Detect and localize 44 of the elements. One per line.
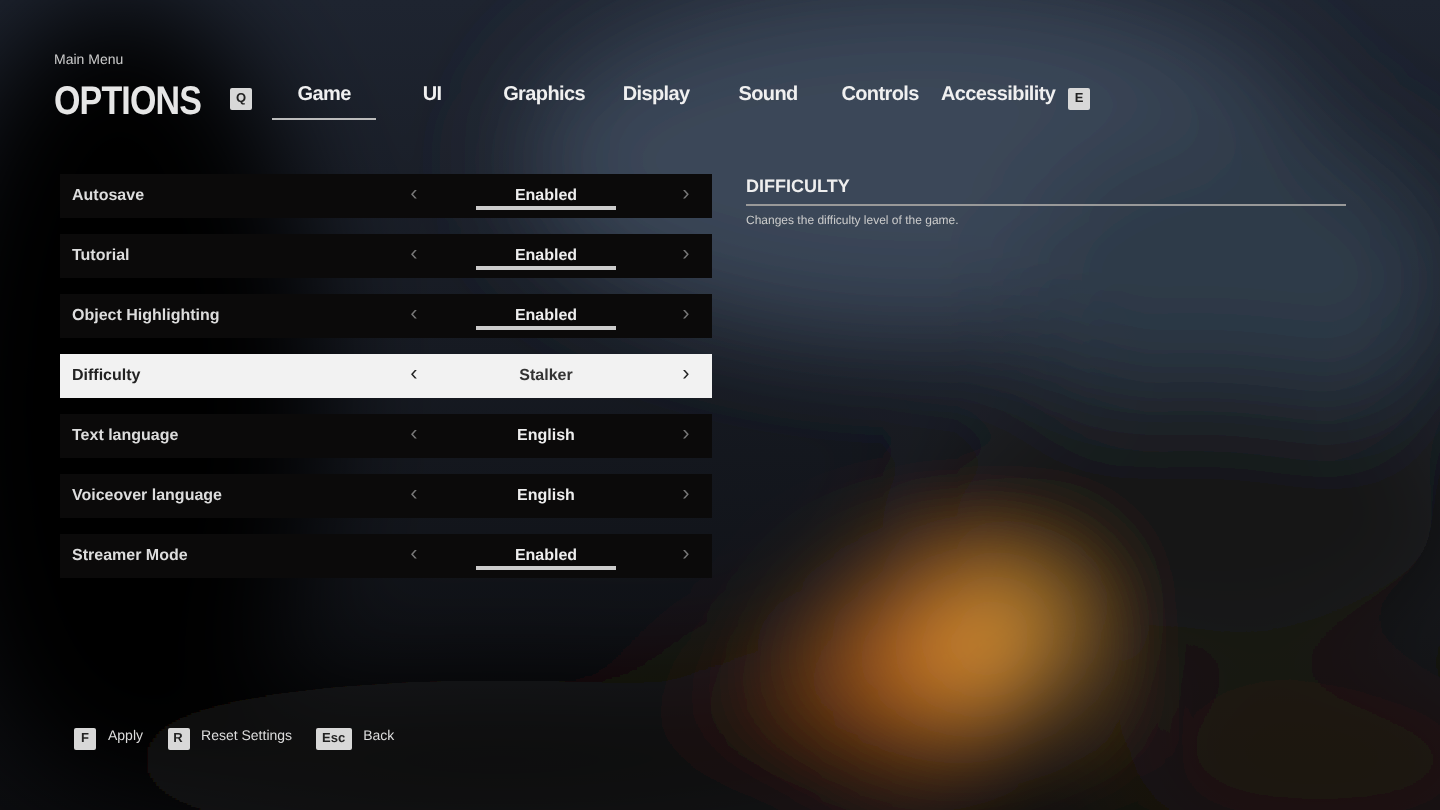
setting-label: Streamer Mode: [72, 543, 190, 567]
tab[interactable]: Controls: [824, 79, 937, 119]
setting-label: Tutorial: [72, 243, 132, 267]
chevron-left[interactable]: ‹: [400, 304, 428, 326]
tab[interactable]: Sound: [712, 79, 825, 119]
setting-row[interactable]: Streamer Mode ‹ Enabled ›: [60, 533, 712, 577]
chevron-right[interactable]: ›: [672, 364, 700, 386]
setting-row[interactable]: Tutorial ‹ Enabled ›: [60, 233, 712, 277]
setting-label: Difficulty: [72, 363, 143, 387]
chevron-right[interactable]: ›: [672, 424, 700, 446]
page-title: OPTIONS: [54, 81, 204, 121]
chevron-left[interactable]: ‹: [400, 244, 428, 266]
chevron-left[interactable]: ‹: [400, 424, 428, 446]
chevron-right[interactable]: ›: [672, 544, 700, 566]
tab[interactable]: Game: [272, 79, 377, 119]
setting-value: Enabled: [476, 181, 616, 209]
setting-label: Autosave: [72, 183, 147, 207]
chevron-right[interactable]: ›: [672, 484, 700, 506]
setting-value: Enabled: [476, 301, 616, 329]
chevron-left[interactable]: ‹: [400, 544, 428, 566]
setting-label: Voiceover language: [72, 483, 224, 507]
tab[interactable]: Display: [600, 79, 713, 119]
tab[interactable]: Graphics: [488, 79, 601, 119]
chevron-right[interactable]: ›: [672, 304, 700, 326]
setting-value: Enabled: [476, 541, 616, 569]
tab[interactable]: UI: [376, 79, 489, 119]
setting-value: Enabled: [476, 241, 616, 269]
setting-row[interactable]: Autosave ‹ Enabled ›: [60, 173, 712, 217]
chevron-left[interactable]: ‹: [400, 184, 428, 206]
setting-value: English: [515, 423, 577, 448]
tab[interactable]: Accessibility: [936, 79, 1061, 119]
setting-label: Object Highlighting: [72, 303, 222, 327]
setting-value: English: [515, 483, 577, 508]
setting-row[interactable]: Text language ‹ English ›: [60, 413, 712, 457]
chevron-left[interactable]: ‹: [400, 364, 428, 386]
setting-value: Stalker: [517, 363, 575, 387]
info-title: DIFFICULTY: [746, 173, 1346, 206]
chevron-right[interactable]: ›: [672, 244, 700, 266]
setting-label: Text language: [72, 423, 181, 447]
setting-row[interactable]: Voiceover language ‹ English ›: [60, 473, 712, 517]
setting-row[interactable]: Object Highlighting ‹ Enabled ›: [60, 293, 712, 337]
setting-row[interactable]: Difficulty ‹ Stalker ›: [60, 353, 712, 397]
chevron-left[interactable]: ‹: [400, 484, 428, 506]
chevron-right[interactable]: ›: [672, 184, 700, 206]
